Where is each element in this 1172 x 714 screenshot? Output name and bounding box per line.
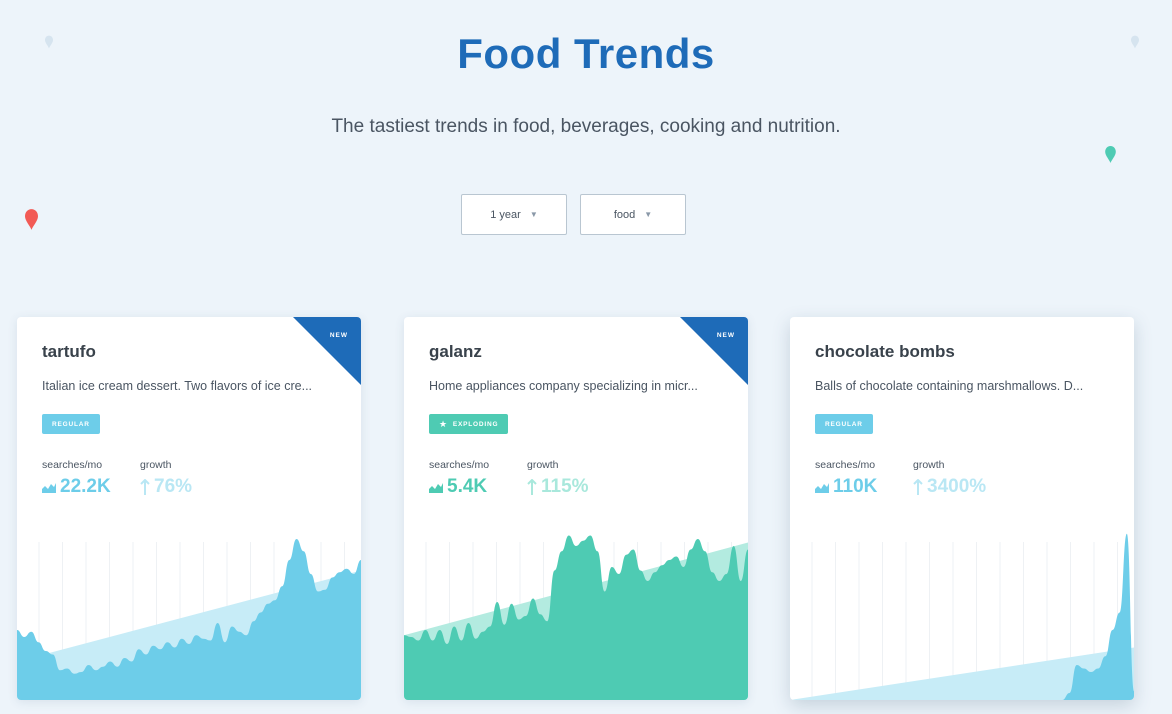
- searches-value: 5.4K: [429, 476, 487, 498]
- searches-number: 22.2K: [60, 476, 111, 497]
- status-badge-label: EXPLODING: [452, 420, 499, 428]
- growth-value: 3400%: [913, 476, 986, 498]
- chart-area-icon: [42, 483, 56, 493]
- chart-area-icon: [429, 483, 443, 493]
- growth-number: 115%: [541, 476, 589, 497]
- map-pin-icon: [45, 35, 53, 49]
- map-pin-icon: [1105, 146, 1116, 163]
- page-title: Food Trends: [457, 30, 715, 77]
- new-badge: NEW: [293, 317, 361, 385]
- trend-chart: [404, 535, 748, 700]
- arrow-up-icon: [527, 479, 537, 495]
- period-select[interactable]: 1 year ▼: [461, 194, 567, 235]
- trend-card-galanz[interactable]: NEW galanz Home appliances company speci…: [404, 317, 748, 700]
- page-subtitle: The tastiest trends in food, beverages, …: [331, 116, 841, 137]
- trend-chart: [17, 539, 361, 700]
- searches-label: searches/mo: [429, 459, 490, 471]
- category-select-label: food: [613, 208, 636, 221]
- searches-value: 110K: [815, 476, 877, 498]
- chevron-down-icon: ▼: [529, 210, 538, 219]
- status-badge: REGULAR: [42, 414, 100, 434]
- new-badge-label: NEW: [716, 332, 735, 339]
- growth-number: 76%: [154, 476, 193, 497]
- chevron-down-icon: ▼: [644, 210, 653, 219]
- searches-value: 22.2K: [42, 476, 111, 498]
- status-badge: REGULAR: [815, 414, 873, 434]
- growth-label: growth: [527, 459, 559, 471]
- growth-label: growth: [140, 459, 172, 471]
- map-pin-icon: [25, 209, 38, 230]
- new-badge: NEW: [680, 317, 748, 385]
- growth-value: 76%: [140, 476, 192, 498]
- filter-bar: 1 year ▼ food ▼: [461, 194, 686, 235]
- trend-card-tartufo[interactable]: NEW tartufo Italian ice cream dessert. T…: [17, 317, 361, 700]
- card-title[interactable]: galanz: [429, 342, 482, 362]
- chart-area-icon: [815, 483, 829, 493]
- status-badge: ★ EXPLODING: [429, 414, 509, 434]
- trend-chart: [790, 533, 1134, 700]
- card-title[interactable]: tartufo: [42, 342, 96, 362]
- period-select-label: 1 year: [490, 208, 521, 221]
- growth-number: 3400%: [927, 476, 987, 497]
- status-badge-label: REGULAR: [825, 420, 863, 428]
- arrow-up-icon: [140, 479, 150, 495]
- searches-label: searches/mo: [42, 459, 103, 471]
- growth-value: 115%: [527, 476, 589, 498]
- searches-number: 5.4K: [447, 476, 488, 497]
- card-description: Balls of chocolate containing marshmallo…: [815, 379, 1084, 393]
- searches-label: searches/mo: [815, 459, 876, 471]
- searches-number: 110K: [833, 476, 878, 497]
- status-badge-label: REGULAR: [52, 420, 90, 428]
- card-description: Italian ice cream dessert. Two flavors o…: [42, 379, 313, 393]
- map-pin-icon: [1131, 35, 1139, 49]
- new-badge-label: NEW: [329, 332, 348, 339]
- search-volume-area: [404, 535, 748, 700]
- growth-label: growth: [913, 459, 945, 471]
- card-title[interactable]: chocolate bombs: [815, 342, 955, 362]
- card-description: Home appliances company specializing in …: [429, 379, 698, 393]
- category-select[interactable]: food ▼: [580, 194, 686, 235]
- star-icon: ★: [439, 418, 448, 429]
- trend-card-chocolate-bombs[interactable]: chocolate bombs Balls of chocolate conta…: [790, 317, 1134, 700]
- arrow-up-icon: [913, 479, 923, 495]
